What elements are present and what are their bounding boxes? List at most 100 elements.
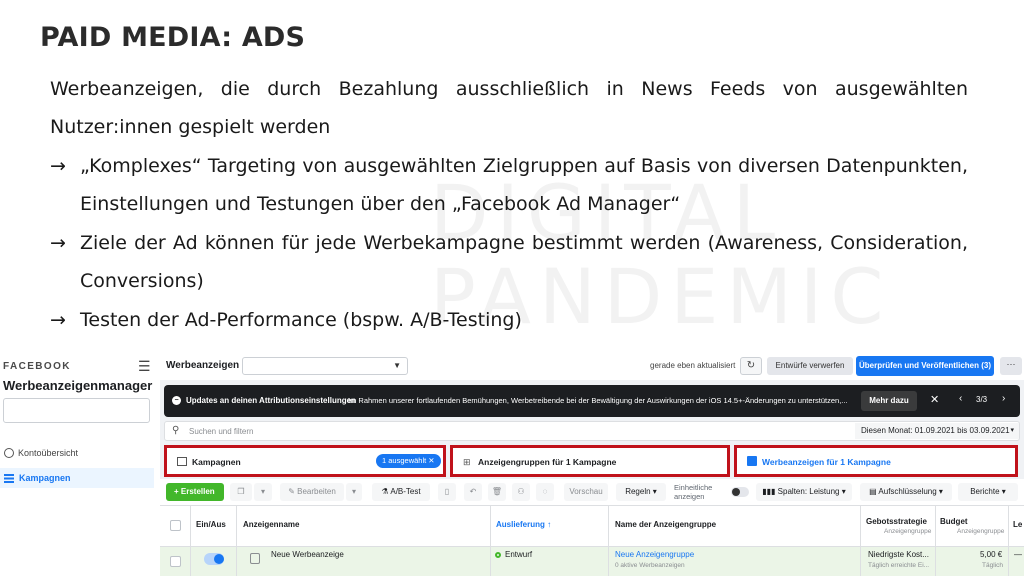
column-subheader: Anzeigengruppe <box>957 528 1005 535</box>
rules-button[interactable]: Regeln ▾ <box>616 483 666 501</box>
discard-drafts-button[interactable]: Entwürfe verwerfen <box>767 357 853 375</box>
draft-status-icon <box>495 552 501 558</box>
budget-subtext: Täglich <box>982 562 1003 569</box>
select-all-checkbox[interactable] <box>170 520 181 531</box>
column-header-adset-name[interactable]: Name der Anzeigengruppe <box>615 520 716 529</box>
sidebar-item-account-overview[interactable]: Kontoübersicht <box>4 448 78 458</box>
ad-preview-icon <box>250 553 260 564</box>
top-bar: Werbeanzeigen ▼ gerade eben aktualisiert… <box>160 352 1024 380</box>
action-toolbar: + Erstellen ❐ ▾ ✎ Bearbeiten ▾ ⚗ A/B-Tes… <box>160 479 1024 505</box>
chevron-left-icon[interactable]: ‹ <box>959 393 962 404</box>
column-header-ad-name[interactable]: Anzeigenname <box>243 520 299 529</box>
campaigns-icon <box>4 473 14 483</box>
banner-description: Im Rahmen unserer fortlaufenden Bemühung… <box>348 396 848 405</box>
level-label: Werbeanzeigen <box>166 360 240 371</box>
folder-icon <box>177 457 187 466</box>
create-button[interactable]: + Erstellen <box>166 483 224 501</box>
inline-view-toggle[interactable] <box>731 487 749 497</box>
search-icon: ⚲ <box>172 425 180 436</box>
row-checkbox[interactable] <box>170 556 181 567</box>
date-range-label: Diesen Monat: 01.09.2021 bis 03.09.2021 <box>861 426 1010 435</box>
column-header-extra[interactable]: Le <box>1013 520 1022 529</box>
ads-icon <box>747 456 757 466</box>
preview-button[interactable]: Vorschau <box>564 483 608 501</box>
more-options-button[interactable]: ··· <box>1000 357 1022 375</box>
ads-manager-sidebar: FACEBOOK ☰ Werbeanzeigenmanager Kontoübe… <box>0 352 158 576</box>
banner-pager: 3/3 <box>976 395 988 404</box>
delete-draft-button[interactable]: ▯ <box>438 483 456 501</box>
attribution-banner: − Updates an deinen Attributionseinstell… <box>164 385 1020 417</box>
chevron-down-icon: ▾ <box>1010 427 1014 434</box>
bullet-item: → Ziele der Ad können für jede Werbekamp… <box>50 224 968 300</box>
column-header-budget[interactable]: Budget <box>940 517 968 526</box>
level-dropdown[interactable]: ▼ <box>242 357 408 375</box>
edit-menu-button[interactable]: ▾ <box>346 483 362 501</box>
arrow-icon: → <box>50 309 66 331</box>
bullet-text: Ziele der Ad können für jede Werbekampag… <box>80 232 968 292</box>
chevron-right-icon[interactable]: › <box>1002 393 1005 404</box>
search-filter-bar[interactable]: ⚲ Suchen und filtern Diesen Monat: 01.09… <box>164 421 1020 441</box>
arrow-icon: → <box>50 155 66 177</box>
column-header-delivery[interactable]: Auslieferung ↑ <box>496 520 551 529</box>
adset-subtext: 0 aktive Werbeanzeigen <box>615 562 685 569</box>
columns-button[interactable]: ▮▮▮ Spalten: Leistung ▾ <box>756 483 852 501</box>
banner-title: Updates an deinen Attributionseinstellun… <box>186 396 356 405</box>
duplicate-button[interactable]: ❐ <box>230 483 252 501</box>
ab-test-button[interactable]: ⚗ A/B-Test <box>372 483 430 501</box>
edit-button[interactable]: ✎ Bearbeiten <box>280 483 344 501</box>
tab-label: Anzeigengruppen für 1 Kampagne <box>478 457 617 467</box>
duplicate-menu-button[interactable]: ▾ <box>254 483 272 501</box>
close-icon[interactable]: ✕ <box>930 393 939 406</box>
chevron-down-icon: ▼ <box>393 361 401 370</box>
updated-status: gerade eben aktualisiert <box>650 361 736 370</box>
inline-view-line-2: anzeigen <box>674 492 705 501</box>
selected-badge[interactable]: 1 ausgewählt ✕ <box>376 454 441 468</box>
breakdown-button[interactable]: ▤ Aufschlüsselung ▾ <box>860 483 952 501</box>
tab-ad-sets[interactable]: ⊞ Anzeigengruppen für 1 Kampagne <box>450 445 730 477</box>
bullet-text: Testen der Ad-Performance (bspw. A/B-Tes… <box>80 309 522 331</box>
reports-button[interactable]: Berichte ▾ <box>958 483 1018 501</box>
table-row[interactable]: Neue Werbeanzeige Entwurf Neue Anzeigeng… <box>160 547 1024 576</box>
tab-label: Kampagnen <box>192 457 241 467</box>
ad-name[interactable]: Neue Werbeanzeige <box>271 550 344 559</box>
adset-link[interactable]: Neue Anzeigengruppe <box>615 550 694 559</box>
info-icon: − <box>172 396 181 405</box>
undo-button[interactable]: ↶ <box>464 483 482 501</box>
intro-paragraph: Werbeanzeigen, die durch Bezahlung aussc… <box>50 78 968 138</box>
adsets-icon: ⊞ <box>463 457 471 467</box>
ads-manager-main: Werbeanzeigen ▼ gerade eben aktualisiert… <box>160 352 1024 576</box>
table-header: Ein/Aus Anzeigenname Auslieferung ↑ Name… <box>160 505 1024 547</box>
search-input[interactable]: Suchen und filtern <box>189 427 254 436</box>
overview-icon <box>4 448 14 458</box>
inline-view-label: Einheitliche anzeigen <box>674 483 712 501</box>
bullet-item: → Testen der Ad-Performance (bspw. A/B-T… <box>50 301 968 339</box>
inline-view-line-1: Einheitliche <box>674 483 713 492</box>
extra-value: — <box>1014 550 1022 559</box>
menu-icon[interactable]: ☰ <box>138 358 151 375</box>
learn-more-button[interactable]: Mehr dazu <box>861 391 917 411</box>
delivery-status: Entwurf <box>505 550 533 559</box>
column-header-bid-strategy[interactable]: Gebotsstrategie <box>866 517 927 526</box>
account-selector[interactable] <box>3 398 150 423</box>
share-icon[interactable]: ⚇ <box>512 483 530 501</box>
column-header-onoff[interactable]: Ein/Aus <box>196 520 226 529</box>
level-tabs: Kampagnen 1 ausgewählt ✕ ⊞ Anzeigengrupp… <box>160 443 1024 479</box>
budget-value: 5,00 € <box>980 550 1003 559</box>
bid-strategy-value: Niedrigste Kost... <box>868 550 929 559</box>
facebook-logo: FACEBOOK <box>3 361 71 372</box>
bid-strategy-subtext: Täglich erreichte Ei... <box>868 562 930 569</box>
comment-icon[interactable]: ◌ <box>536 483 554 501</box>
column-subheader: Anzeigengruppe <box>884 528 932 535</box>
sidebar-item-campaigns[interactable]: Kampagnen <box>0 468 154 488</box>
tab-ads[interactable]: Werbeanzeigen für 1 Kampagne <box>734 445 1018 477</box>
trash-icon[interactable]: 🗑 <box>488 483 506 501</box>
tab-campaigns[interactable]: Kampagnen 1 ausgewählt ✕ <box>164 445 446 477</box>
date-range-picker[interactable]: Diesen Monat: 01.09.2021 bis 03.09.2021 … <box>855 423 1019 439</box>
refresh-button[interactable]: ↻ <box>740 357 762 375</box>
ad-status-toggle[interactable] <box>204 553 224 565</box>
review-publish-button[interactable]: Überprüfen und Veröffentlichen (3) <box>856 356 994 376</box>
tab-label: Werbeanzeigen für 1 Kampagne <box>762 457 891 467</box>
bullet-item: → „Komplexes“ Targeting von ausgewählten… <box>50 147 968 223</box>
sidebar-item-label: Kontoübersicht <box>18 448 79 458</box>
app-title: Werbeanzeigenmanager <box>3 378 153 393</box>
